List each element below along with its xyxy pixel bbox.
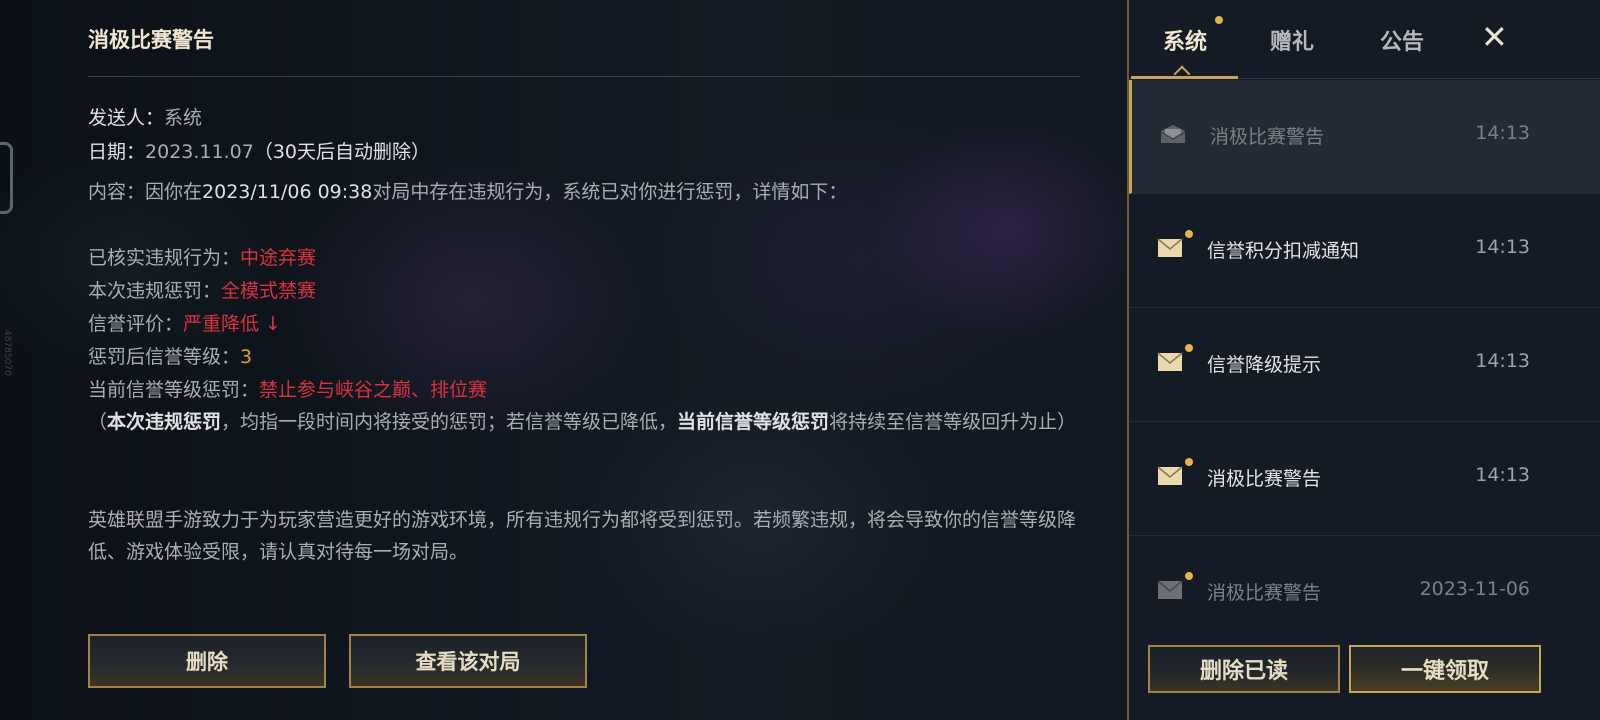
delete-button[interactable]: 删除: [88, 634, 326, 688]
mail-item[interactable]: 消极比赛警告 2023-11-06: [1129, 536, 1600, 620]
mail-item[interactable]: 信誉积分扣减通知 14:13: [1129, 194, 1600, 308]
unread-dot: [1185, 458, 1193, 466]
note-open: （: [88, 411, 108, 433]
content-suffix: 对局中存在违规行为，系统已对你进行惩罚，详情如下：: [372, 181, 848, 203]
unread-dot: [1185, 572, 1193, 580]
mail-item-title: 消极比赛警告: [1207, 582, 1322, 604]
tab-system-dot: [1215, 16, 1223, 24]
claim-all-button[interactable]: 一键领取: [1349, 645, 1541, 693]
sender-value: 系统: [164, 107, 203, 129]
level-value: 3: [240, 346, 253, 368]
level-row: 惩罚后信誉等级：3: [88, 342, 252, 369]
mail-item[interactable]: 消极比赛警告 14:13: [1129, 422, 1600, 536]
envelope-icon: [1157, 580, 1183, 599]
tab-notice[interactable]: 公告: [1380, 24, 1424, 56]
violation-row: 已核实违规行为：中途弃赛: [88, 243, 316, 270]
unread-dot: [1185, 230, 1193, 238]
envelope-icon: [1157, 466, 1183, 485]
delete-read-button[interactable]: 删除已读: [1148, 645, 1340, 693]
envelope-icon: [1157, 238, 1183, 257]
violation-value: 中途弃赛: [240, 247, 317, 269]
mail-title: 消极比赛警告: [88, 28, 214, 52]
date-row: 日期：2023.11.07（30天后自动删除）: [88, 137, 430, 164]
mail-item-time: 14:13: [1475, 464, 1530, 486]
credit-value: 严重降低 ↓: [183, 313, 281, 335]
mail-list: 消极比赛警告 14:13 信誉积分扣减通知 14:13 信誉降级提示 14:13: [1129, 80, 1600, 620]
content-row: 内容：因你在2023/11/06 09:38对局中存在违规行为，系统已对你进行惩…: [88, 177, 847, 204]
note-middle: ，均指一段时间内将接受的惩罚；若信誉等级已降低，: [221, 411, 678, 433]
mail-item-title: 信誉降级提示: [1207, 354, 1322, 376]
penalty-label: 本次违规惩罚：: [88, 280, 222, 302]
tab-bar: 系统 赠礼 公告 ✕: [1129, 0, 1600, 83]
current-penalty-label: 当前信誉等级惩罚：: [88, 379, 260, 401]
date-value: 2023.11.07: [145, 141, 254, 163]
mail-item-title: 信誉积分扣减通知: [1207, 240, 1360, 262]
current-penalty-row: 当前信誉等级惩罚：禁止参与峡谷之巅、排位赛: [88, 375, 487, 402]
content-prefix: 因你在: [145, 181, 203, 203]
sender-row: 发送人：系统: [88, 103, 202, 130]
content-label: 内容：: [88, 181, 146, 203]
mail-list-panel: 系统 赠礼 公告 ✕ 消极比赛警告 14:13 信誉积分扣减通知 14:13 信…: [1127, 0, 1600, 720]
unread-dot: [1185, 344, 1193, 352]
content-time: 2023/11/06 09:38: [202, 181, 373, 203]
tab-system[interactable]: 系统: [1163, 24, 1207, 56]
tab-gift[interactable]: 赠礼: [1270, 24, 1314, 56]
mail-detail: 消极比赛警告 发送人：系统 日期：2023.11.07（30天后自动删除） 内容…: [88, 0, 1080, 720]
date-label: 日期：: [88, 141, 146, 163]
close-icon[interactable]: ✕: [1481, 18, 1508, 56]
sender-label: 发送人：: [88, 107, 165, 129]
penalty-value: 全模式禁赛: [221, 280, 317, 302]
mail-item[interactable]: 信誉降级提示 14:13: [1129, 308, 1600, 422]
note-end: 将持续至信誉等级回升为止）: [829, 411, 1077, 433]
side-handle[interactable]: [0, 142, 13, 214]
mail-item-title: 消极比赛警告: [1207, 468, 1322, 490]
penalty-note: （本次违规惩罚，均指一段时间内将接受的惩罚；若信誉等级已降低，当前信誉等级惩罚将…: [88, 406, 1078, 438]
penalty-row: 本次违规惩罚：全模式禁赛: [88, 276, 316, 303]
note-bold-1: 本次违规惩罚: [107, 411, 222, 433]
side-id-code: 48785070: [2, 330, 12, 376]
current-penalty-value: 禁止参与峡谷之巅、排位赛: [259, 379, 488, 401]
credit-row: 信誉评价：严重降低 ↓: [88, 309, 281, 336]
note-bold-2: 当前信誉等级惩罚: [677, 411, 830, 433]
mail-item-time: 14:13: [1475, 122, 1530, 144]
violation-label: 已核实违规行为：: [88, 247, 241, 269]
mail-item[interactable]: 消极比赛警告 14:13: [1129, 80, 1600, 194]
envelope-open-icon: [1160, 125, 1186, 143]
mail-item-time: 2023-11-06: [1419, 578, 1530, 600]
mail-item-title: 消极比赛警告: [1210, 126, 1325, 148]
view-match-button[interactable]: 查看该对局: [349, 634, 587, 688]
date-note: （30天后自动删除）: [253, 141, 430, 163]
footer-text: 英雄联盟手游致力于为玩家营造更好的游戏环境，所有违规行为都将受到惩罚。若频繁违规…: [88, 509, 1077, 563]
mail-item-time: 14:13: [1475, 350, 1530, 372]
envelope-icon: [1157, 352, 1183, 371]
credit-label: 信誉评价：: [88, 313, 184, 335]
mail-item-time: 14:13: [1475, 236, 1530, 258]
level-label: 惩罚后信誉等级：: [88, 346, 241, 368]
title-divider: [88, 76, 1080, 77]
